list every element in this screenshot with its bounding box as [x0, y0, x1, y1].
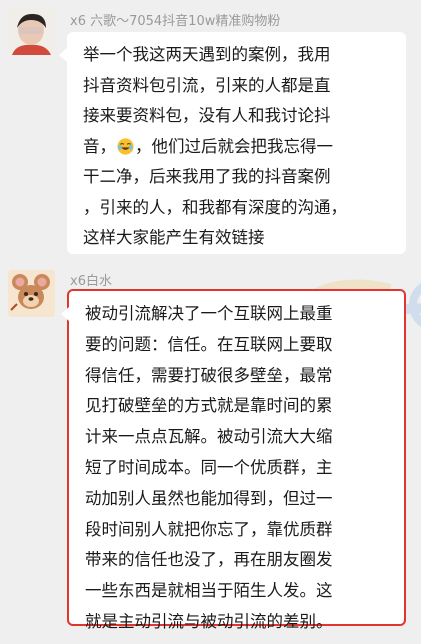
- message-line: 一些东西是就相当于陌生人发。这: [85, 581, 333, 601]
- cartoon-mouse-avatar-icon: [8, 270, 55, 317]
- avatar[interactable]: [8, 8, 55, 55]
- message-line: 干二净，后来我用了我的抖音案例: [83, 167, 331, 186]
- message-line: 计来一点点瓦解。被动引流大大缩: [85, 427, 333, 447]
- message-line: 带来的信任也没了，再在朋友圈发: [85, 550, 333, 570]
- message-line-part: ，他们过后就会把我忘得一: [135, 136, 333, 156]
- message-bubble[interactable]: 举一个我这两天遇到的案例，我用 抖音资料包引流，引来的人都是直 接来要资料包，没…: [59, 32, 406, 254]
- message-line: 音， ，他们过后就会把我忘得一: [83, 132, 396, 163]
- message-line: 得信任，需要打破很多壁垒，最常: [85, 365, 333, 385]
- message-line: 见打破壁垒的方式就是靠时间的累: [85, 396, 333, 416]
- message-line: 抖音资料包引流，引来的人都是直: [83, 75, 331, 95]
- message-line: 接来要资料包，没有人和我讨论抖: [83, 106, 331, 125]
- message-line: 要的问题：信任。在互联网上要取: [85, 334, 333, 354]
- avatar[interactable]: [8, 270, 55, 317]
- message-line-part: 音，: [83, 136, 116, 156]
- message-bubble[interactable]: 被动引流解决了一个互联网上最重 要的问题：信任。在互联网上要取 得信任，需要打破…: [61, 289, 406, 631]
- sender-name: x6 六歌～7054抖音10w精准购物粉: [70, 14, 281, 29]
- message-line: 就是主动引流与被动引流的差别。: [85, 611, 333, 631]
- sender-name: x6白水: [70, 274, 112, 289]
- message-line: 被动引流解决了一个互联网上最重: [85, 304, 333, 323]
- message-line: 这样大家能产生有效链接: [83, 228, 265, 247]
- message-line: 段时间别人就把你忘了，靠优质群: [85, 519, 333, 539]
- message-line: 举一个我这两天遇到的案例，我用: [83, 45, 331, 64]
- user-avatar-icon: [8, 8, 55, 55]
- message-line: ，引来的人，和我都有深度的沟通，: [83, 197, 347, 217]
- message-line: 动加别人虽然也能加得到，但过一: [85, 488, 333, 508]
- message-line: 短了时间成本。同一个优质群，主: [85, 457, 333, 477]
- laugh-cry-emoji-icon: [117, 137, 134, 155]
